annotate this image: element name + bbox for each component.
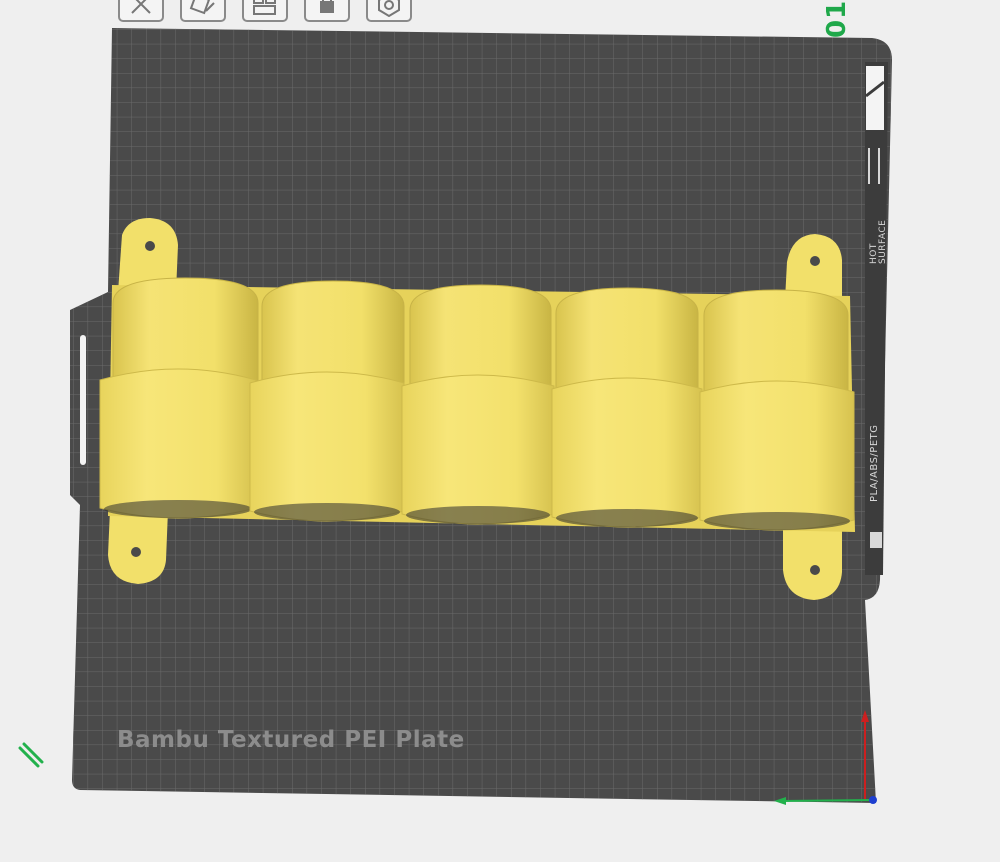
cup-lower-4	[551, 377, 703, 528]
cup-lower-3	[401, 374, 555, 525]
hot-surface-line2: SURFACE	[878, 219, 888, 264]
cup-lower-1	[99, 368, 257, 519]
pencil-icon[interactable]	[18, 742, 44, 768]
plate-material-text: PLA/ABS/PETG	[869, 424, 880, 503]
cup-lower-2	[249, 371, 405, 522]
plate-handle	[80, 335, 86, 465]
cup-lower-5	[699, 380, 855, 531]
plate-type-label: Bambu Textured PEI Plate	[117, 727, 465, 753]
